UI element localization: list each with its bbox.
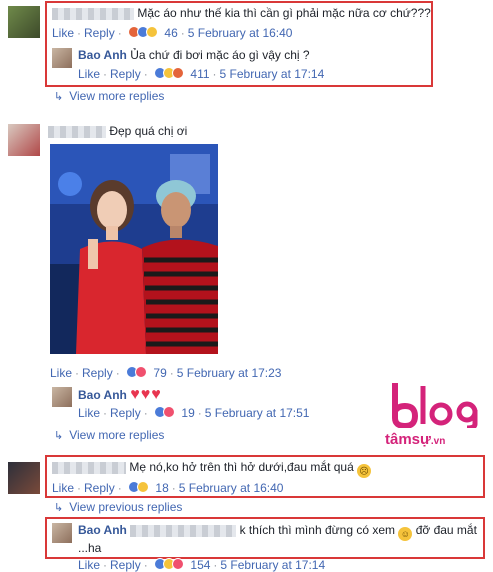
timestamp[interactable]: 5 February at 17:23: [177, 366, 282, 380]
haha-reaction-icon: [146, 26, 159, 38]
reply-text-row: Bao Anh k thích thì mình đừng có xem ☺ đ…: [78, 523, 477, 541]
reaction-count[interactable]: 154: [190, 558, 210, 572]
reply-link[interactable]: Reply: [110, 67, 141, 81]
like-link[interactable]: Like: [52, 481, 74, 495]
like-link[interactable]: Like: [78, 406, 100, 420]
comment-text: Mặc áo như thế kia thì cần gì phải mặc n…: [137, 6, 431, 20]
haha-reaction-icon: [137, 481, 150, 493]
reply-avatar[interactable]: [52, 523, 72, 543]
reply-link[interactable]: Reply: [110, 406, 141, 420]
reply-avatar[interactable]: [52, 48, 72, 68]
comment-actions: Like · Reply · 79 · 5 February at 17:23: [50, 366, 282, 380]
reply-actions: Like · Reply · 19 · 5 February at 17:51: [78, 406, 310, 420]
comment-photo[interactable]: [50, 144, 218, 354]
commenter-avatar[interactable]: [8, 124, 40, 156]
timestamp[interactable]: 5 February at 17:14: [220, 558, 325, 572]
reply-text: k thích thì mình đừng có xem: [239, 523, 396, 537]
reply-author[interactable]: Bao Anh: [78, 48, 127, 62]
reply-text-row: Bao Anh ♥♥♥: [78, 386, 162, 404]
sad-face-icon: ☹: [357, 464, 372, 478]
comment-text-row: Đẹp quá chị ơi: [48, 124, 187, 138]
timestamp[interactable]: 5 February at 17:51: [205, 406, 310, 420]
heart-icon: ♥: [151, 386, 161, 403]
love-reaction-icon: [135, 366, 148, 378]
comment-text-row: Mẹ nó,ko hở trên thì hở dưới,đau mắt quá…: [52, 460, 372, 478]
reply-text: Ủa chứ đi bơi mặc áo gì vậy chị ?: [130, 48, 310, 62]
reaction-count[interactable]: 18: [155, 481, 168, 495]
comment-actions: Like · Reply · 18 · 5 February at 16:40: [52, 481, 284, 495]
reply-text-end: đỡ đau mắt: [415, 523, 477, 537]
reply-author[interactable]: Bao Anh: [78, 523, 127, 537]
comment-actions: Like · Reply · 46 · 5 February at 16:40: [52, 26, 293, 40]
blurred-commenter-name: [48, 125, 106, 138]
view-previous-replies-link[interactable]: ↳ View previous replies: [54, 500, 182, 514]
reply-link[interactable]: Reply: [110, 558, 141, 572]
like-link[interactable]: Like: [50, 366, 72, 380]
heart-icon: ♥: [140, 386, 151, 403]
reply-link[interactable]: Reply: [84, 26, 115, 40]
like-link[interactable]: Like: [52, 26, 74, 40]
reply-arrow-icon: ↳: [54, 502, 64, 514]
blurred-commenter-name: [52, 461, 126, 474]
blurred-commenter-name: [52, 7, 134, 20]
reaction-count[interactable]: 46: [164, 26, 177, 40]
view-more-replies-link[interactable]: ↳ View more replies: [54, 89, 164, 103]
reply-text-line2: ...ha: [78, 541, 102, 555]
love-reaction-icon: [172, 558, 185, 570]
reply-author[interactable]: Bao Anh: [78, 388, 127, 402]
blog-watermark: tâmsự.vn: [385, 378, 485, 448]
reply-link[interactable]: Reply: [84, 481, 115, 495]
angry-reaction-icon: [172, 67, 185, 79]
comment-text: Đẹp quá chị ơi: [109, 124, 188, 138]
reply-actions: Like · Reply · 154 · 5 February at 17:14: [78, 558, 326, 572]
reaction-count[interactable]: 79: [153, 366, 166, 380]
blurred-mention: [130, 524, 237, 537]
watermark-text: tâmsự.vn: [385, 431, 446, 448]
reaction-count[interactable]: 411: [190, 67, 209, 81]
reply-avatar[interactable]: [52, 387, 72, 407]
reply-arrow-icon: ↳: [54, 430, 64, 442]
blog-logo-icon: [392, 383, 478, 431]
timestamp[interactable]: 5 February at 16:40: [179, 481, 284, 495]
smile-icon: ☺: [398, 527, 413, 541]
like-link[interactable]: Like: [78, 67, 100, 81]
reaction-count[interactable]: 19: [181, 406, 194, 420]
comment-text-row: Mặc áo như thế kia thì cần gì phải mặc n…: [52, 6, 431, 20]
reply-arrow-icon: ↳: [54, 91, 64, 103]
comment-text: Mẹ nó,ko hở trên thì hở dưới,đau mắt quá: [129, 460, 354, 474]
reply-actions: Like · Reply · 411 · 5 February at 17:14: [78, 67, 325, 81]
heart-icon: ♥: [130, 386, 140, 403]
photo-illustration: [50, 144, 218, 354]
timestamp[interactable]: 5 February at 16:40: [188, 26, 293, 40]
reply-link[interactable]: Reply: [82, 366, 113, 380]
timestamp[interactable]: 5 February at 17:14: [220, 67, 325, 81]
love-reaction-icon: [163, 406, 176, 418]
commenter-avatar[interactable]: [8, 462, 40, 494]
view-more-replies-link[interactable]: ↳ View more replies: [54, 428, 164, 442]
reply-text-row: Bao Anh Ủa chứ đi bơi mặc áo gì vậy chị …: [78, 48, 310, 62]
like-link[interactable]: Like: [78, 558, 100, 572]
commenter-avatar[interactable]: [8, 6, 40, 38]
